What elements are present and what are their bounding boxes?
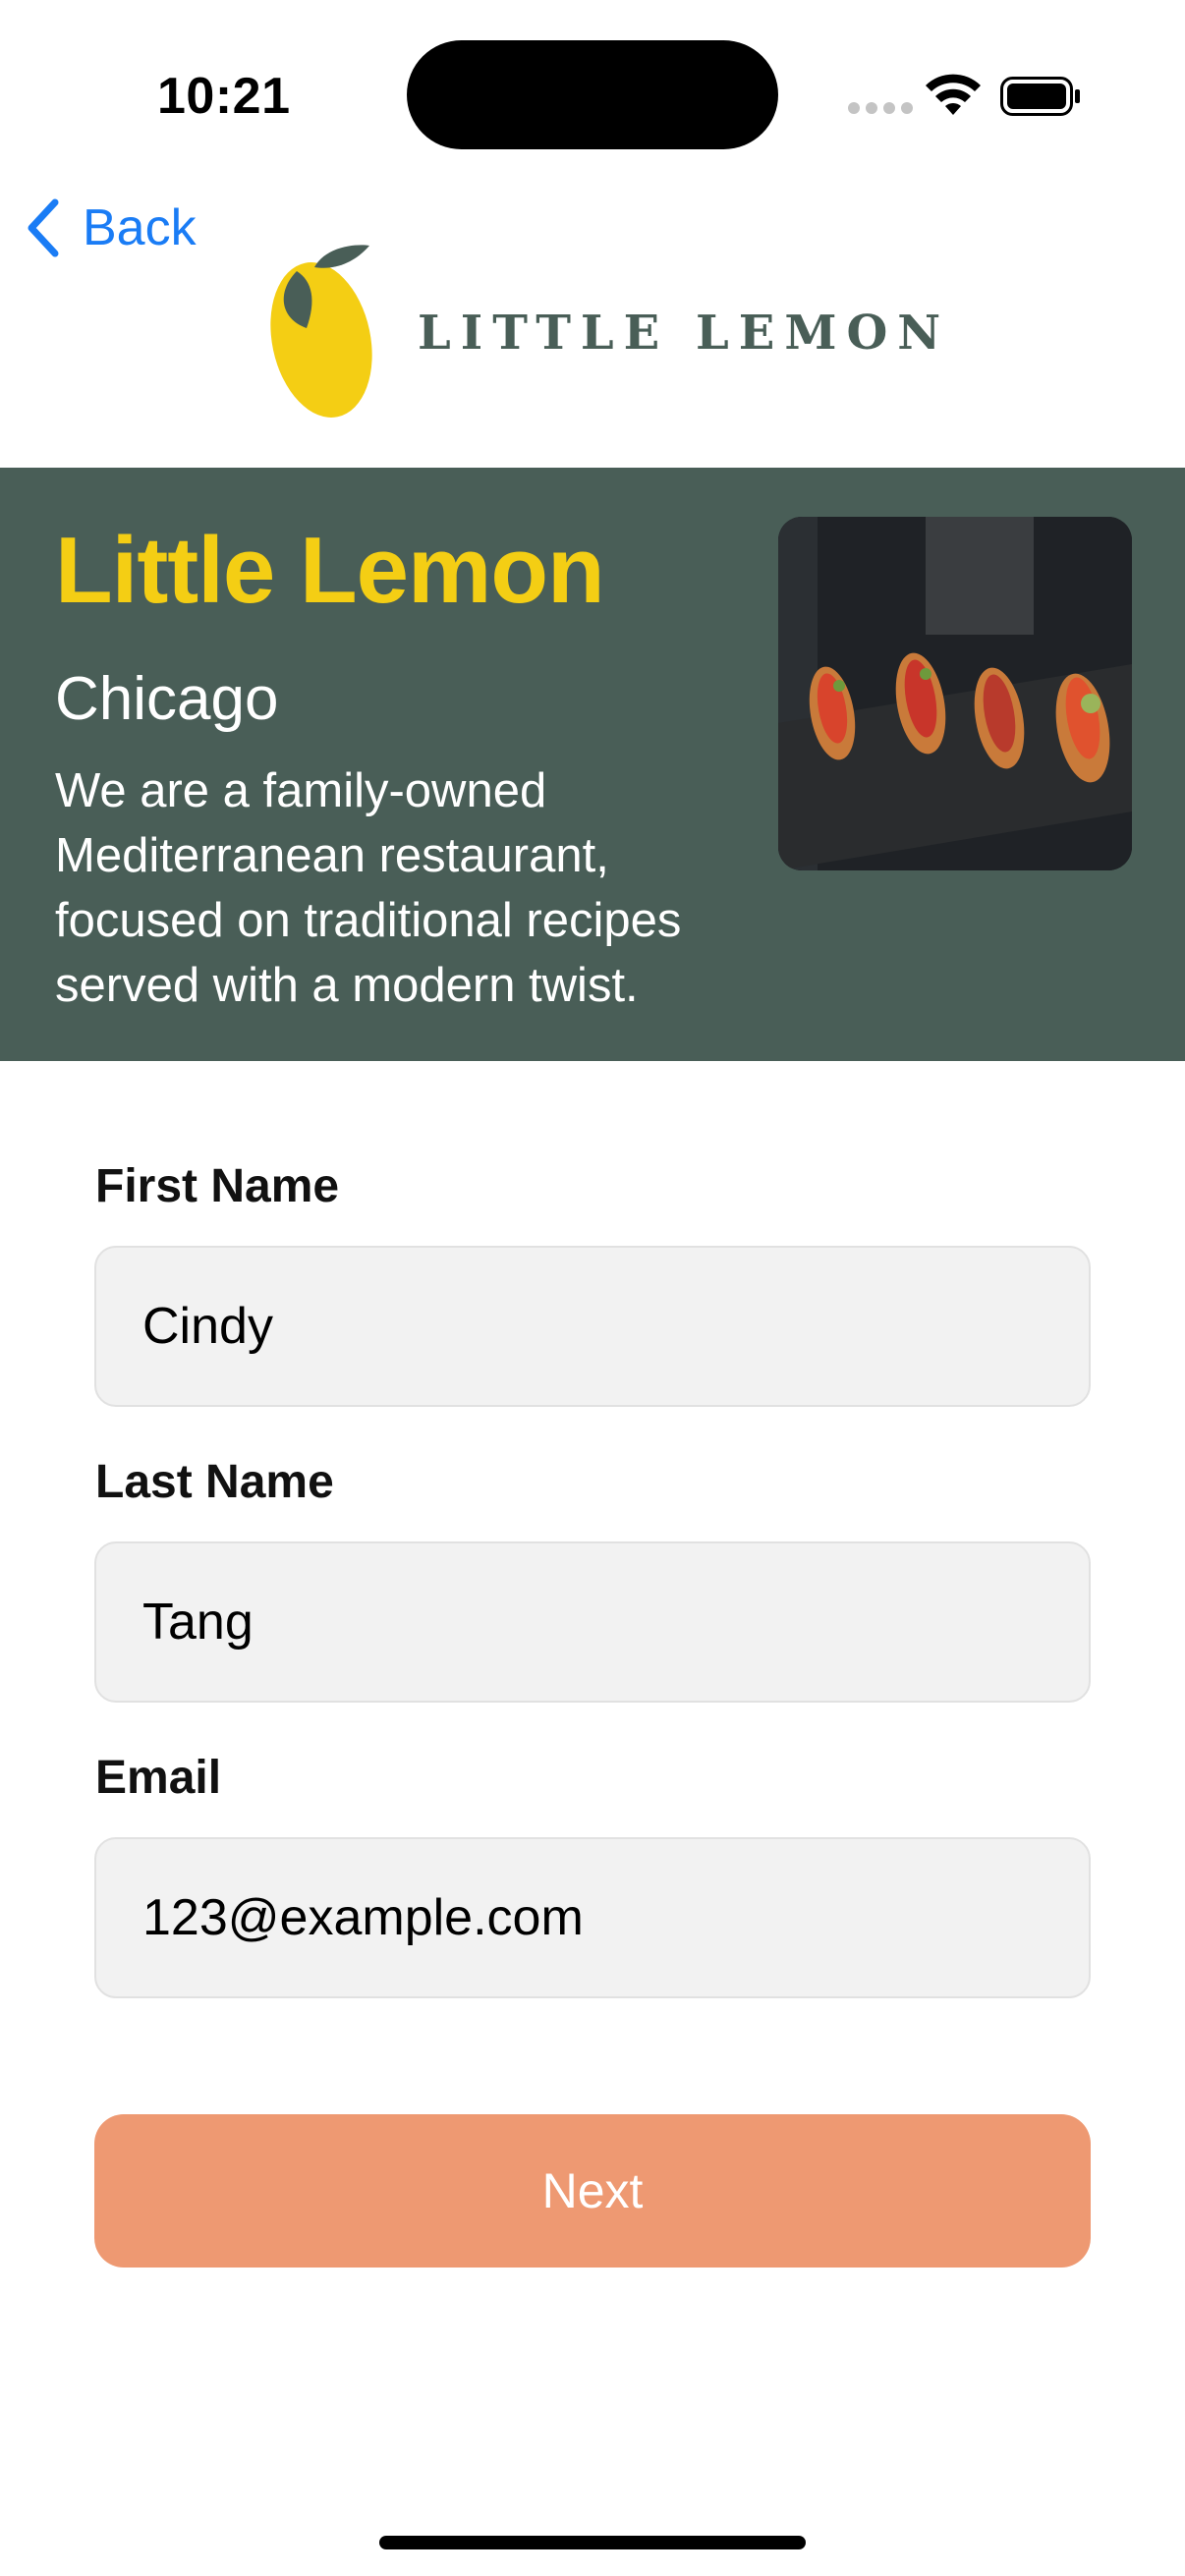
lemon-icon — [270, 245, 372, 418]
back-button[interactable]: Back — [24, 196, 197, 259]
hero-banner: Little Lemon Chicago We are a family-own… — [0, 468, 1185, 1061]
hero-description: We are a family-owned Mediterranean rest… — [55, 764, 682, 1012]
battery-icon — [1000, 77, 1080, 116]
status-time: 10:21 — [157, 68, 291, 125]
home-indicator[interactable] — [379, 2536, 806, 2549]
email-label: Email — [95, 1752, 222, 1804]
back-label: Back — [83, 199, 197, 256]
cellular-signal-icon — [848, 102, 913, 114]
next-button[interactable]: Next — [94, 2114, 1091, 2268]
first-name-field[interactable] — [94, 1246, 1091, 1407]
first-name-label: First Name — [95, 1160, 340, 1212]
wifi-icon — [926, 74, 981, 115]
app-logo: LITTLE LEMON — [267, 242, 950, 423]
email-field[interactable] — [94, 1837, 1091, 1998]
dynamic-island — [407, 40, 778, 149]
logo-text: LITTLE LEMON — [418, 305, 951, 361]
hero-food-image — [778, 517, 1132, 870]
hero-city: Chicago — [55, 665, 279, 733]
last-name-label: Last Name — [95, 1456, 334, 1508]
last-name-field[interactable] — [94, 1541, 1091, 1703]
hero-title: Little Lemon — [55, 518, 605, 623]
chevron-left-icon — [28, 198, 59, 257]
